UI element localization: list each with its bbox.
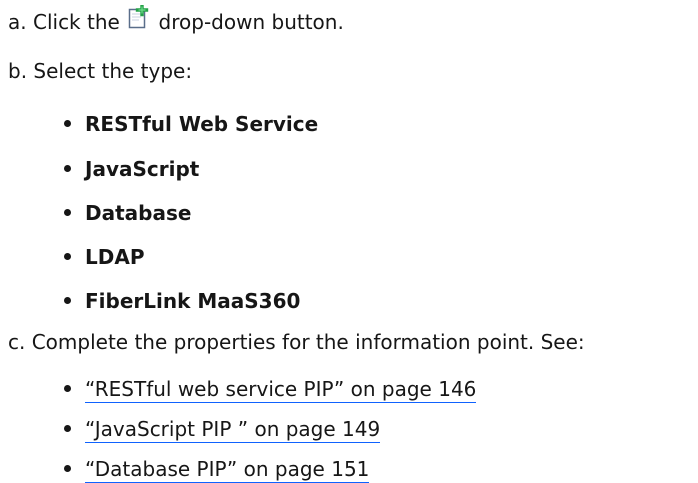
javascript-pip-link[interactable]: “JavaScript PIP ” on page 149 [85,417,381,443]
bullet-dot [64,253,71,260]
bullet-dot [64,297,71,304]
type-item-fiberlink: FiberLink MaaS360 [64,287,300,315]
step-a-text-after: drop-down button. [158,10,344,34]
type-item-javascript: JavaScript [64,155,199,183]
type-label: RESTful Web Service [85,112,319,136]
link-item-javascript-pip: “JavaScript PIP ” on page 149 [64,415,381,443]
type-item-ldap: LDAP [64,243,144,271]
type-label: Database [85,201,192,225]
step-c-text: Complete the properties for the informat… [31,330,585,354]
step-b: b. Select the type: [8,57,192,85]
link-item-database-pip: “Database PIP” on page 151 [64,455,370,483]
bullet-dot [64,165,71,172]
step-b-text: Select the type: [33,59,193,83]
step-c-marker: c. [8,330,26,354]
bullet-dot [64,385,71,392]
type-item-database: Database [64,199,191,227]
step-c: c. Complete the properties for the infor… [8,328,585,356]
step-a-marker: a. [8,10,27,34]
type-label: FiberLink MaaS360 [85,289,301,313]
document-page: a. Click the drop-down button. b. Select… [0,0,698,483]
restful-pip-link[interactable]: “RESTful web service PIP” on page 146 [85,377,477,403]
bullet-dot [64,425,71,432]
database-pip-link[interactable]: “Database PIP” on page 151 [85,457,370,483]
step-b-marker: b. [8,59,28,83]
bullet-dot [64,120,71,127]
type-label: JavaScript [85,157,200,181]
step-a-text-before: Click the [32,10,120,34]
type-label: LDAP [85,245,145,269]
bullet-dot [64,465,71,472]
type-item-restful: RESTful Web Service [64,110,318,138]
step-a: a. Click the drop-down button. [8,3,344,39]
bullet-dot [64,209,71,216]
new-document-plus-icon [128,3,150,36]
link-item-restful-pip: “RESTful web service PIP” on page 146 [64,375,477,403]
